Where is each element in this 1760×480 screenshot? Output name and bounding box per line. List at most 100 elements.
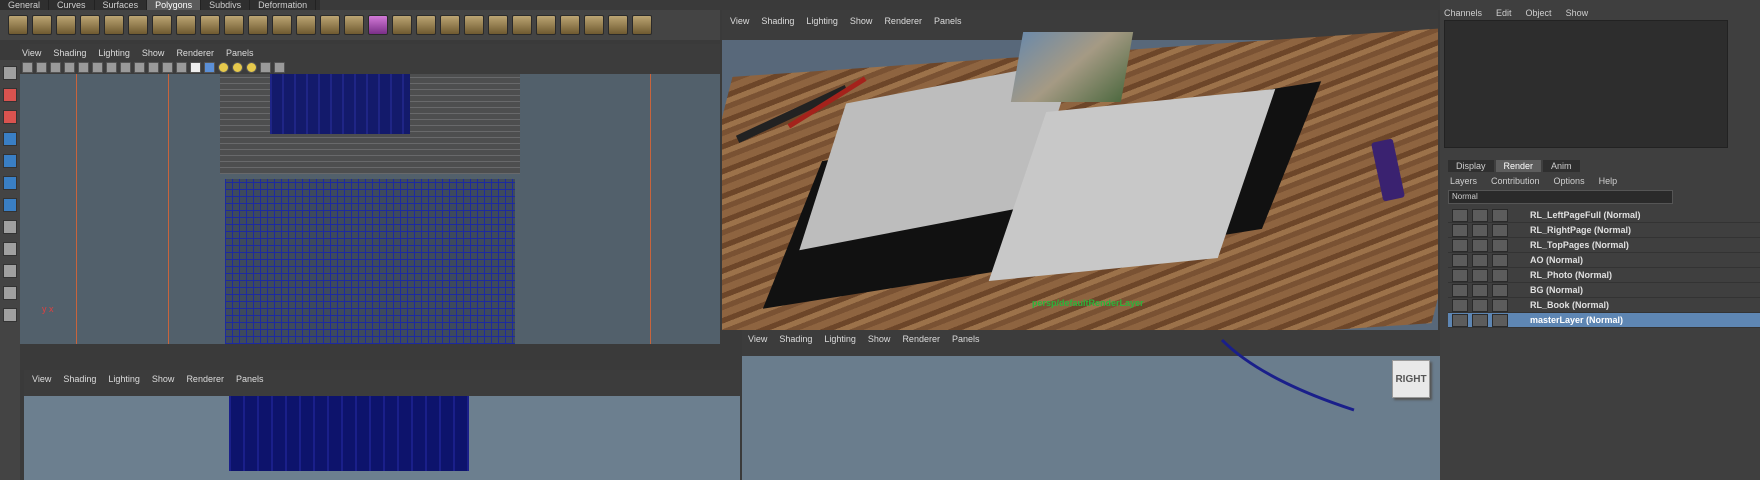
layer-row[interactable]: RL_Book (Normal) (1448, 298, 1760, 313)
render-toggle[interactable] (1472, 268, 1488, 282)
render-settings-icon[interactable] (1492, 238, 1508, 252)
menu-panels[interactable]: Panels (934, 16, 962, 26)
safe-action-icon[interactable] (148, 62, 159, 73)
poly-pipe-icon[interactable] (200, 15, 220, 35)
mirror-icon[interactable] (368, 15, 388, 35)
safe-title-icon[interactable] (162, 62, 173, 73)
isolate-select-icon[interactable] (260, 62, 271, 73)
render-settings-icon[interactable] (1492, 223, 1508, 237)
menu-shading[interactable]: Shading (761, 16, 794, 26)
xray-icon[interactable] (274, 62, 285, 73)
bookmark-icon[interactable] (50, 62, 61, 73)
menu-show[interactable]: Show (142, 48, 165, 58)
menu-show[interactable]: Show (152, 374, 175, 384)
viewport-top-left[interactable]: View Shading Lighting Show Renderer Pane… (20, 44, 720, 344)
four-view-layout-icon[interactable] (3, 264, 17, 278)
render-settings-icon[interactable] (1492, 313, 1508, 327)
single-view-layout-icon[interactable] (3, 242, 17, 256)
poly-prism-icon[interactable] (152, 15, 172, 35)
menu-panels[interactable]: Panels (226, 48, 254, 58)
menu-panels[interactable]: Panels (236, 374, 264, 384)
extrude-icon[interactable] (416, 15, 436, 35)
smooth-shade-icon[interactable] (190, 62, 201, 73)
menu-shading[interactable]: Shading (53, 48, 86, 58)
visibility-toggle[interactable] (1452, 223, 1468, 237)
menu-edit[interactable]: Edit (1496, 8, 1512, 18)
insert-loop-icon[interactable] (512, 15, 532, 35)
render-toggle[interactable] (1472, 298, 1488, 312)
render-toggle[interactable] (1472, 313, 1488, 327)
blend-mode-select[interactable]: Normal (1448, 190, 1673, 204)
shelf-tab-surfaces[interactable]: Surfaces (95, 0, 148, 10)
menu-lighting[interactable]: Lighting (98, 48, 130, 58)
layer-row[interactable]: RL_RightPage (Normal) (1448, 223, 1760, 238)
render-settings-icon[interactable] (1492, 208, 1508, 222)
menu-renderer[interactable]: Renderer (884, 16, 922, 26)
move-tool-icon[interactable] (3, 132, 17, 146)
render-toggle[interactable] (1472, 238, 1488, 252)
last-tool-icon[interactable] (3, 220, 17, 234)
persp-outliner-layout-icon[interactable] (3, 286, 17, 300)
append-icon[interactable] (560, 15, 580, 35)
poly-sphere-icon[interactable] (8, 15, 28, 35)
render-settings-icon[interactable] (1492, 298, 1508, 312)
layer-row[interactable]: BG (Normal) (1448, 283, 1760, 298)
outliner-layout-icon[interactable] (3, 308, 17, 322)
poke-icon[interactable] (608, 15, 628, 35)
menu-renderer[interactable]: Renderer (176, 48, 214, 58)
default-light-icon[interactable] (218, 62, 229, 73)
camera-attrs-icon[interactable] (36, 62, 47, 73)
select-tool-icon[interactable] (3, 66, 17, 80)
menu-options[interactable]: Options (1554, 176, 1585, 186)
visibility-toggle[interactable] (1452, 298, 1468, 312)
visibility-toggle[interactable] (1452, 268, 1468, 282)
render-settings-icon[interactable] (1492, 283, 1508, 297)
extract-icon[interactable] (320, 15, 340, 35)
textured-icon[interactable] (204, 62, 215, 73)
bridge-icon[interactable] (440, 15, 460, 35)
menu-object[interactable]: Object (1526, 8, 1552, 18)
poly-cone-icon[interactable] (80, 15, 100, 35)
all-lights-icon[interactable] (232, 62, 243, 73)
uv-editor-icon[interactable] (632, 15, 652, 35)
smooth-icon[interactable] (344, 15, 364, 35)
gate-mask-icon[interactable] (120, 62, 131, 73)
layer-row-selected[interactable]: masterLayer (Normal) (1448, 313, 1760, 328)
scale-tool-icon[interactable] (3, 176, 17, 190)
menu-lighting[interactable]: Lighting (806, 16, 838, 26)
menu-view[interactable]: View (32, 374, 51, 384)
render-settings-icon[interactable] (1492, 268, 1508, 282)
visibility-toggle[interactable] (1452, 238, 1468, 252)
poly-helix-icon[interactable] (224, 15, 244, 35)
viewport-persp[interactable]: View Shading Lighting Show Renderer Pane… (722, 10, 1438, 330)
separate-icon[interactable] (296, 15, 316, 35)
offset-loop-icon[interactable] (536, 15, 556, 35)
poly-plane-icon[interactable] (104, 15, 124, 35)
rotate-tool-icon[interactable] (3, 154, 17, 168)
grid-icon[interactable] (78, 62, 89, 73)
field-chart-icon[interactable] (134, 62, 145, 73)
render-toggle[interactable] (1472, 223, 1488, 237)
manipulator-icon[interactable] (3, 198, 17, 212)
render-settings-icon[interactable] (1492, 253, 1508, 267)
menu-help[interactable]: Help (1599, 176, 1618, 186)
bevel-icon[interactable] (392, 15, 412, 35)
channel-box[interactable] (1444, 20, 1728, 148)
shelf-tab-general[interactable]: General (0, 0, 50, 10)
layer-row[interactable]: RL_LeftPageFull (Normal) (1448, 208, 1760, 223)
poly-soccer-icon[interactable] (248, 15, 268, 35)
layer-row[interactable]: RL_Photo (Normal) (1448, 268, 1760, 283)
menu-show[interactable]: Show (1566, 8, 1589, 18)
shelf-tab-subdivs[interactable]: Subdivs (201, 0, 251, 10)
viewport-side[interactable]: View Shading Lighting Show Renderer Pane… (742, 330, 1440, 480)
menu-show[interactable]: Show (850, 16, 873, 26)
render-toggle[interactable] (1472, 253, 1488, 267)
shelf-tab-polygons[interactable]: Polygons (147, 0, 202, 10)
menu-renderer[interactable]: Renderer (186, 374, 224, 384)
layer-row[interactable]: AO (Normal) (1448, 253, 1760, 268)
layer-row[interactable]: RL_TopPages (Normal) (1448, 238, 1760, 253)
poly-pyramid-icon[interactable] (176, 15, 196, 35)
resolution-gate-icon[interactable] (106, 62, 117, 73)
shelf-tab-curves[interactable]: Curves (49, 0, 95, 10)
menu-lighting[interactable]: Lighting (108, 374, 140, 384)
